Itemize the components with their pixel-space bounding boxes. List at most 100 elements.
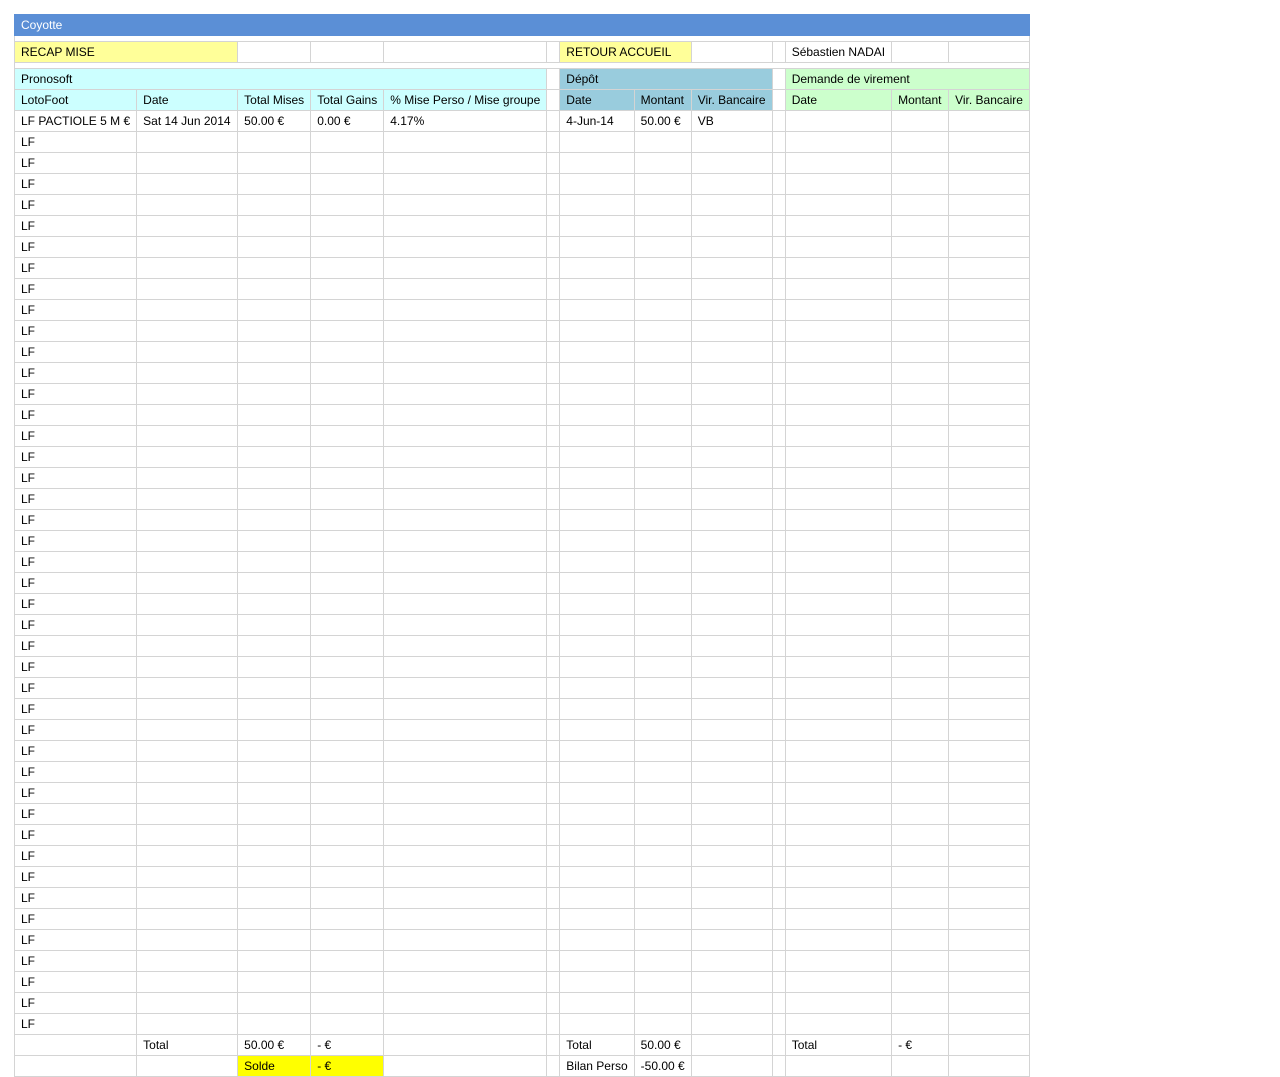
depot-vir-cell[interactable] xyxy=(690,299,773,321)
lotofoot-cell[interactable]: LF xyxy=(13,404,138,426)
vir-date-cell[interactable] xyxy=(784,824,893,846)
pct-cell[interactable] xyxy=(383,845,548,867)
date-cell[interactable] xyxy=(136,362,239,384)
gap-cell[interactable] xyxy=(546,656,561,678)
vir-montant-cell[interactable] xyxy=(891,635,950,657)
cell[interactable] xyxy=(948,41,1031,63)
lotofoot-cell[interactable]: LF xyxy=(13,509,138,531)
depot-date-cell[interactable] xyxy=(559,509,635,531)
total-mises-cell[interactable]: 50.00 € xyxy=(237,110,312,132)
gap-cell[interactable] xyxy=(546,971,561,993)
lotofoot-cell[interactable]: LF xyxy=(13,215,138,237)
gap-cell[interactable] xyxy=(546,761,561,783)
gap-cell[interactable] xyxy=(771,404,786,426)
gap-cell[interactable] xyxy=(546,236,561,258)
depot-date-cell[interactable] xyxy=(559,236,635,258)
total-gains-cell[interactable] xyxy=(310,278,385,300)
total-mises-cell[interactable] xyxy=(237,152,312,174)
vir-date-cell[interactable] xyxy=(784,173,893,195)
vir-date-cell[interactable] xyxy=(784,131,893,153)
cell[interactable] xyxy=(13,1034,138,1056)
pct-cell[interactable] xyxy=(383,656,548,678)
pct-cell[interactable] xyxy=(383,383,548,405)
total-gains-cell[interactable] xyxy=(310,908,385,930)
depot-vir-cell[interactable] xyxy=(690,131,773,153)
cell[interactable] xyxy=(784,1055,893,1077)
vir-montant-cell[interactable] xyxy=(891,950,950,972)
date-cell[interactable] xyxy=(136,530,239,552)
header-pct-mise[interactable]: % Mise Perso / Mise groupe xyxy=(383,89,548,111)
depot-montant-cell[interactable] xyxy=(633,866,692,888)
gap-cell[interactable] xyxy=(546,950,561,972)
lotofoot-cell[interactable]: LF xyxy=(13,551,138,573)
lotofoot-cell[interactable]: LF xyxy=(13,866,138,888)
date-cell[interactable] xyxy=(136,782,239,804)
lotofoot-cell[interactable]: LF xyxy=(13,131,138,153)
vir-vir-cell[interactable] xyxy=(948,824,1031,846)
gap-cell[interactable] xyxy=(771,761,786,783)
vir-vir-cell[interactable] xyxy=(948,509,1031,531)
total-gains-cell[interactable] xyxy=(310,152,385,174)
vir-date-cell[interactable] xyxy=(784,929,893,951)
solde-label[interactable]: Solde xyxy=(237,1055,312,1077)
total-mises-cell[interactable] xyxy=(237,236,312,258)
total-mises-cell[interactable] xyxy=(237,845,312,867)
gap-cell[interactable] xyxy=(771,110,786,132)
depot-montant-cell[interactable] xyxy=(633,194,692,216)
vir-vir-cell[interactable] xyxy=(948,950,1031,972)
depot-vir-cell[interactable] xyxy=(690,467,773,489)
total-gains-cell[interactable] xyxy=(310,320,385,342)
lotofoot-cell[interactable]: LF xyxy=(13,173,138,195)
vir-montant-cell[interactable] xyxy=(891,152,950,174)
vir-vir-cell[interactable] xyxy=(948,698,1031,720)
date-cell[interactable] xyxy=(136,152,239,174)
vir-vir-cell[interactable] xyxy=(948,257,1031,279)
depot-vir-cell[interactable] xyxy=(690,257,773,279)
depot-vir-cell[interactable] xyxy=(690,404,773,426)
depot-montant-cell[interactable] xyxy=(633,299,692,321)
date-cell[interactable] xyxy=(136,341,239,363)
vir-vir-cell[interactable] xyxy=(948,215,1031,237)
vir-date-cell[interactable] xyxy=(784,866,893,888)
vir-vir-cell[interactable] xyxy=(948,467,1031,489)
vir-montant-cell[interactable] xyxy=(891,824,950,846)
date-cell[interactable] xyxy=(136,740,239,762)
vir-vir-cell[interactable] xyxy=(948,551,1031,573)
date-cell[interactable] xyxy=(136,803,239,825)
pct-cell[interactable] xyxy=(383,635,548,657)
date-cell[interactable] xyxy=(136,383,239,405)
depot-vir-cell[interactable] xyxy=(690,740,773,762)
depot-date-cell[interactable] xyxy=(559,362,635,384)
date-cell[interactable] xyxy=(136,320,239,342)
total-label[interactable]: Total xyxy=(136,1034,239,1056)
date-cell[interactable] xyxy=(136,971,239,993)
vir-montant-cell[interactable] xyxy=(891,299,950,321)
date-cell[interactable] xyxy=(136,194,239,216)
depot-date-cell[interactable] xyxy=(559,446,635,468)
date-cell[interactable] xyxy=(136,278,239,300)
pct-cell[interactable] xyxy=(383,362,548,384)
total-gains-cell[interactable] xyxy=(310,1013,385,1035)
depot-vir-cell[interactable] xyxy=(690,320,773,342)
vir-vir-cell[interactable] xyxy=(948,110,1031,132)
vir-date-cell[interactable] xyxy=(784,593,893,615)
pct-cell[interactable] xyxy=(383,530,548,552)
vir-montant-cell[interactable] xyxy=(891,488,950,510)
cell[interactable] xyxy=(546,41,561,63)
depot-date-cell[interactable] xyxy=(559,740,635,762)
vir-montant-cell[interactable] xyxy=(891,236,950,258)
lotofoot-cell[interactable]: LF xyxy=(13,278,138,300)
total-mises-cell[interactable] xyxy=(237,215,312,237)
vir-vir-cell[interactable] xyxy=(948,404,1031,426)
depot-date-cell[interactable] xyxy=(559,404,635,426)
date-cell[interactable] xyxy=(136,299,239,321)
gap-cell[interactable] xyxy=(771,152,786,174)
date-cell[interactable] xyxy=(136,887,239,909)
vir-date-cell[interactable] xyxy=(784,782,893,804)
vir-montant-cell[interactable] xyxy=(891,320,950,342)
depot-montant-cell[interactable] xyxy=(633,236,692,258)
total-gains-cell[interactable] xyxy=(310,656,385,678)
vir-date-cell[interactable] xyxy=(784,551,893,573)
vir-date-cell[interactable] xyxy=(784,656,893,678)
depot-montant-cell[interactable] xyxy=(633,677,692,699)
